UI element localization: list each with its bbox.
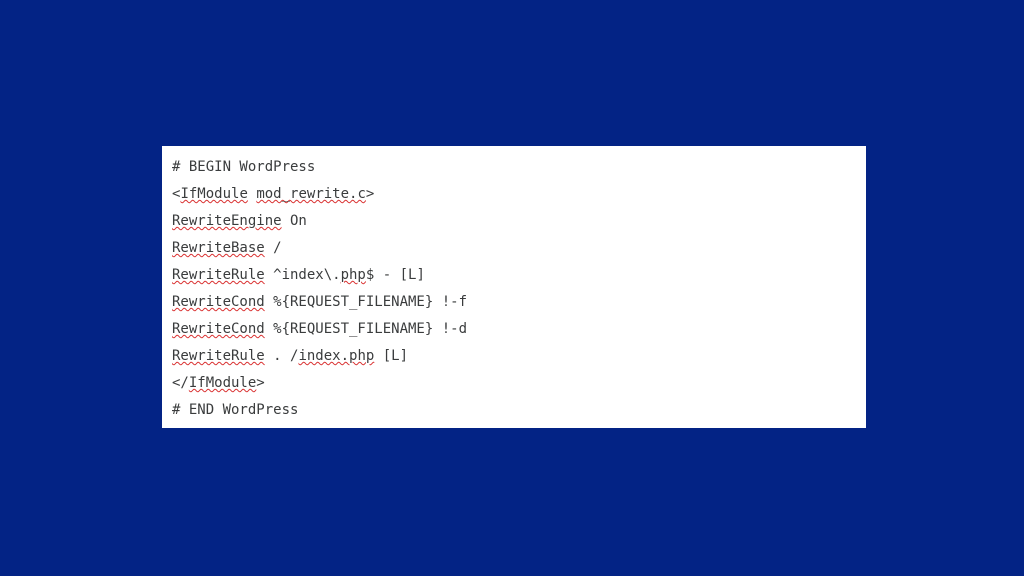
code-token: / [265, 240, 282, 256]
code-token: </ [172, 375, 189, 391]
code-line: RewriteRule . /index.php [L] [172, 343, 856, 370]
misspelled-token: RewriteEngine [172, 213, 282, 229]
code-token: ^index\. [265, 267, 341, 283]
code-token: $ - [L] [366, 267, 425, 283]
code-token: # END WordPress [172, 402, 298, 418]
code-token: > [256, 375, 264, 391]
misspelled-token: index.php [298, 348, 374, 364]
code-line: # BEGIN WordPress [172, 154, 856, 181]
code-token: > [366, 186, 374, 202]
misspelled-token: IfModule [189, 375, 256, 391]
code-line: RewriteCond %{REQUEST_FILENAME} !-d [172, 316, 856, 343]
misspelled-token: php [341, 267, 366, 283]
code-token: On [282, 213, 307, 229]
code-line: RewriteRule ^index\.php$ - [L] [172, 262, 856, 289]
code-line: <IfModule mod_rewrite.c> [172, 181, 856, 208]
misspelled-token: RewriteBase [172, 240, 265, 256]
misspelled-token: RewriteCond [172, 294, 265, 310]
misspelled-token: RewriteRule [172, 348, 265, 364]
code-line: </IfModule> [172, 370, 856, 397]
code-line: RewriteCond %{REQUEST_FILENAME} !-f [172, 289, 856, 316]
misspelled-token: RewriteRule [172, 267, 265, 283]
misspelled-token: IfModule [180, 186, 247, 202]
code-token: # BEGIN WordPress [172, 159, 315, 175]
misspelled-token: mod_rewrite.c [256, 186, 366, 202]
code-line: # END WordPress [172, 397, 856, 424]
code-token: . / [265, 348, 299, 364]
code-token: [L] [374, 348, 408, 364]
code-token: %{REQUEST_FILENAME} !-d [265, 321, 467, 337]
code-block: # BEGIN WordPress <IfModule mod_rewrite.c… [172, 154, 856, 424]
misspelled-token: RewriteCond [172, 321, 265, 337]
code-token: %{REQUEST_FILENAME} !-f [265, 294, 467, 310]
code-line: RewriteBase / [172, 235, 856, 262]
code-panel: # BEGIN WordPress <IfModule mod_rewrite.c… [162, 146, 866, 428]
code-line: RewriteEngine On [172, 208, 856, 235]
